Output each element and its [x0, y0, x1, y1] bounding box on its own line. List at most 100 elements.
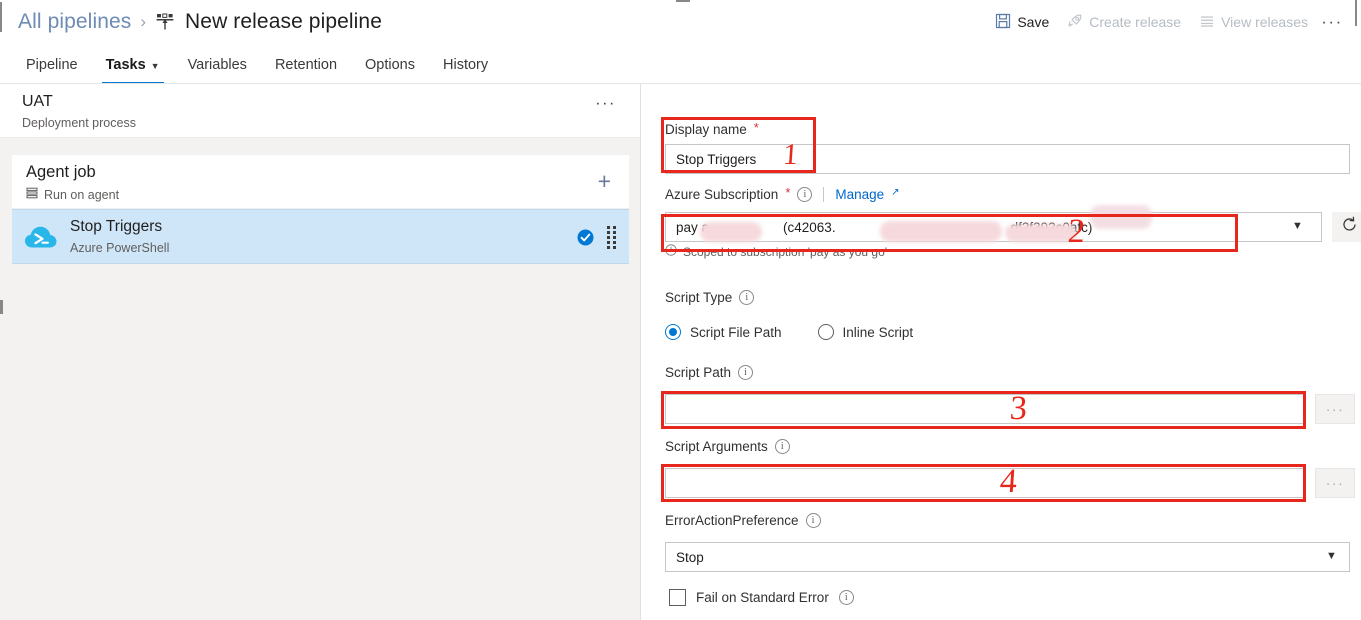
refresh-subscriptions-button[interactable]	[1332, 212, 1361, 242]
task-drag-handle[interactable]	[607, 226, 616, 249]
error-action-preference-label: ErrorActionPreference i	[665, 513, 821, 528]
tab-tasks[interactable]: Tasks ▼	[92, 46, 174, 84]
manage-link[interactable]: Manage	[835, 187, 884, 202]
task-name: Stop Triggers	[70, 218, 163, 235]
radio-inline-script[interactable]: Inline Script	[817, 324, 914, 340]
breadcrumb-all-pipelines-link[interactable]: All pipelines	[18, 10, 131, 34]
info-icon[interactable]: i	[805, 513, 821, 528]
task-subtitle: Azure PowerShell	[70, 241, 170, 255]
agent-job-header[interactable]: Agent job Run on agent +	[12, 155, 629, 209]
radio-script-file-path-label: Script File Path	[690, 324, 782, 340]
breadcrumb: All pipelines › New release pipeline	[18, 0, 382, 44]
agent-job-subtitle: Run on agent	[44, 187, 120, 202]
page-title: New release pipeline	[185, 10, 382, 33]
annotation-number-3: 3	[1008, 390, 1029, 427]
stage-name: UAT	[22, 93, 53, 110]
frame-tick	[1355, 0, 1357, 26]
script-arguments-label: Script Arguments i	[665, 439, 790, 454]
top-bar: All pipelines › New release pipeline Sav…	[0, 0, 1361, 44]
fail-on-standard-error-checkbox[interactable]	[669, 589, 686, 606]
frame-tick	[0, 300, 3, 314]
script-arguments-label-text: Script Arguments	[665, 439, 768, 454]
radio-inline-script-label: Inline Script	[842, 324, 914, 340]
pipeline-tasks-pane: UAT Deployment process ··· Agent job Run…	[0, 84, 641, 620]
script-path-label: Script Path i	[665, 365, 754, 380]
add-task-button[interactable]: +	[598, 170, 611, 193]
info-icon[interactable]: i	[739, 290, 755, 305]
frame-tick	[0, 2, 2, 32]
create-release-button[interactable]: Create release	[1058, 6, 1190, 38]
error-action-preference-label-text: ErrorActionPreference	[665, 513, 799, 528]
rocket-icon	[1067, 13, 1083, 32]
info-icon[interactable]: i	[738, 365, 754, 380]
azure-subscription-value-mid: (c42063.	[783, 219, 836, 235]
script-type-label-text: Script Type	[665, 290, 733, 305]
stage-subtitle: Deployment process	[22, 116, 136, 130]
agent-icon	[26, 187, 38, 202]
frame-tick	[676, 0, 690, 2]
required-marker: *	[785, 185, 791, 200]
script-path-input[interactable]	[665, 394, 1304, 424]
azure-powershell-icon	[24, 223, 58, 253]
view-releases-button[interactable]: View releases	[1190, 6, 1317, 38]
display-name-input[interactable]: Stop Triggers	[665, 144, 1350, 174]
save-button[interactable]: Save	[986, 6, 1058, 38]
toolbar: Save Create release View releases ···	[986, 0, 1347, 44]
required-marker: *	[753, 120, 759, 135]
chevron-down-icon[interactable]: ▼	[1326, 550, 1337, 562]
error-action-preference-dropdown[interactable]: Stop	[665, 542, 1350, 572]
subscription-scope-note: Scoped to subscription 'pay as you go'	[665, 244, 887, 259]
display-name-label: Display name *	[665, 120, 759, 137]
fail-on-standard-error-row[interactable]: Fail on Standard Error i	[669, 589, 854, 606]
info-icon[interactable]: i	[797, 187, 813, 202]
script-arguments-browse-button[interactable]: ···	[1315, 468, 1355, 498]
radio-unselected-icon	[817, 324, 834, 340]
task-row[interactable]: Stop Triggers Azure PowerShell	[12, 209, 629, 264]
external-link-icon: ↗	[891, 187, 900, 198]
agent-job-card: Agent job Run on agent + Stop Triggers A…	[12, 155, 629, 264]
stage-more-button[interactable]: ···	[595, 96, 616, 112]
script-path-label-text: Script Path	[665, 365, 732, 380]
script-path-browse-button[interactable]: ···	[1315, 394, 1355, 424]
redaction-smudge	[880, 221, 1002, 242]
script-type-radio-group: Script File Path Inline Script	[665, 324, 913, 340]
fail-on-standard-error-label: Fail on Standard Error	[696, 590, 829, 605]
tab-options[interactable]: Options	[351, 46, 429, 84]
check-circle-icon	[577, 229, 594, 246]
save-icon	[995, 13, 1011, 32]
agent-job-name: Agent job	[26, 163, 96, 181]
subscription-scope-note-text: Scoped to subscription 'pay as you go'	[683, 244, 888, 259]
annotation-number-2: 2	[1066, 213, 1087, 250]
display-name-label-text: Display name	[665, 122, 747, 137]
chevron-down-icon: ▼	[150, 61, 160, 71]
tab-bar: Pipeline Tasks ▼ Variables Retention Opt…	[0, 44, 1361, 84]
info-icon[interactable]: i	[774, 439, 790, 454]
chevron-down-icon[interactable]: ▼	[1292, 220, 1303, 232]
stage-header[interactable]: UAT Deployment process ···	[0, 84, 640, 138]
redaction-smudge	[1005, 224, 1077, 242]
tab-variables-label: Variables	[187, 57, 247, 73]
tab-variables[interactable]: Variables	[174, 46, 261, 84]
list-icon	[1199, 13, 1215, 32]
agent-job-subtitle-row: Run on agent	[26, 187, 119, 202]
info-icon[interactable]: i	[838, 590, 854, 605]
script-arguments-input[interactable]	[665, 468, 1304, 498]
clock-icon	[665, 244, 677, 259]
more-options-button[interactable]: ···	[1317, 6, 1347, 38]
tab-retention[interactable]: Retention	[261, 46, 351, 84]
radio-script-file-path[interactable]: Script File Path	[665, 324, 782, 340]
release-pipeline-icon	[155, 12, 176, 32]
tab-pipeline[interactable]: Pipeline	[12, 46, 92, 84]
tab-tasks-label: Tasks	[105, 57, 146, 73]
radio-selected-icon	[665, 324, 681, 340]
breadcrumb-separator: ›	[140, 12, 147, 31]
view-releases-button-label: View releases	[1221, 14, 1308, 30]
save-button-label: Save	[1017, 14, 1050, 30]
tab-pipeline-label: Pipeline	[26, 57, 78, 73]
refresh-icon	[1341, 216, 1358, 238]
tab-history[interactable]: History	[429, 46, 502, 84]
redaction-smudge	[700, 222, 762, 242]
tab-retention-label: Retention	[274, 57, 338, 73]
task-settings-pane: Display name * Stop Triggers Azure Subsc…	[642, 84, 1361, 620]
azure-subscription-label-text: Azure Subscription	[665, 187, 779, 202]
